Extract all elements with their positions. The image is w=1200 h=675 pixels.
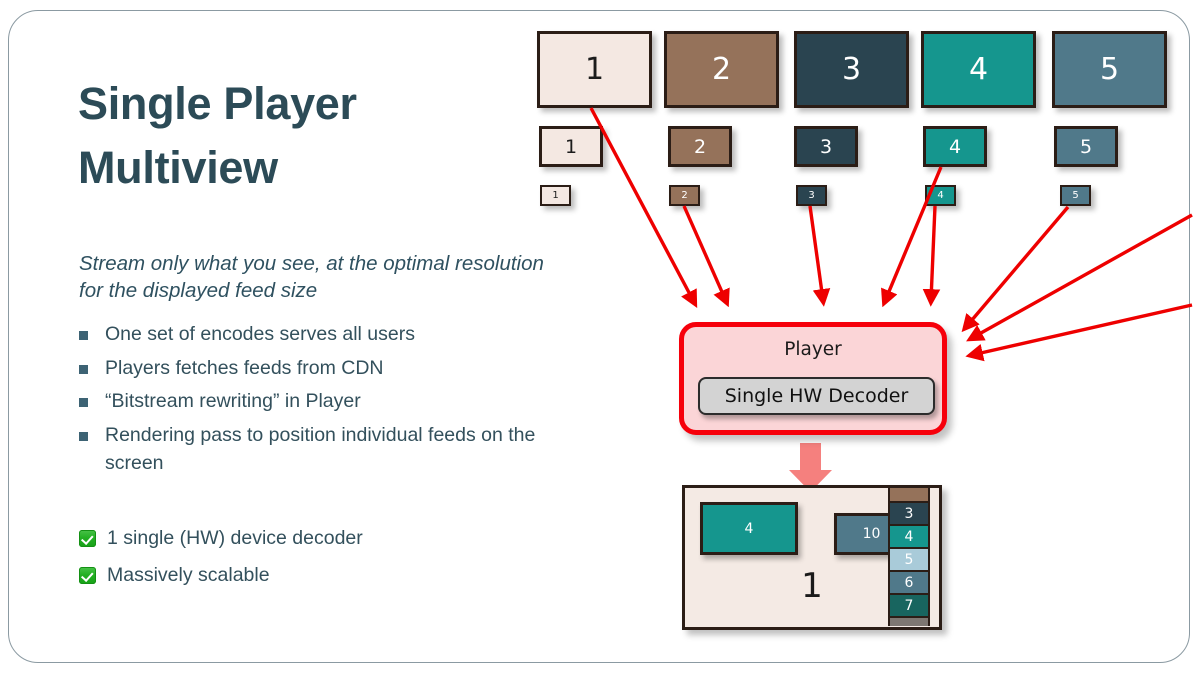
feed-tile-medium-4: 4 [923,126,987,167]
feed-tile-large-3: 3 [794,31,909,108]
feed-tile-small-4: 4 [925,185,956,206]
rendered-screen: 1 4 10 3 4 5 6 7 [682,485,942,630]
check-list: 1 single (HW) device decoder Massively s… [79,525,559,598]
strip-cell-4: 4 [890,526,928,549]
bullet-label: “Bitstream rewriting” in Player [105,390,361,413]
feed-tile-large-1: 1 [537,31,652,108]
check-mark-icon [79,566,96,584]
feed-tile-medium-5: 5 [1054,126,1118,167]
feed-tile-label: 4 [948,135,962,158]
player-title: Player [784,339,842,360]
screen-tile-4: 4 [700,502,798,555]
bullet-label: Players fetches feeds from CDN [105,356,384,379]
strip-cell-7: 7 [890,595,928,618]
slide-canvas: Single Player Multiview Stream only what… [0,0,1200,675]
strip-cell-last [890,618,928,627]
list-item: “Bitstream rewriting” in Player [79,388,579,416]
feed-tile-medium-3: 3 [794,126,858,167]
page-title-line-2: Multiview [78,141,278,193]
feed-tile-label: 4 [968,52,989,87]
square-bullet-icon [79,432,88,442]
list-item: Rendering pass to position individual fe… [79,422,579,477]
square-bullet-icon [79,331,88,340]
list-item: Players fetches feeds from CDN [79,355,579,383]
bullet-label: One set of encodes serves all users [105,323,415,345]
list-item: 1 single (HW) device decoder [79,525,559,553]
arrow-feed4b-to-player [922,205,941,307]
feed-tile-large-5: 5 [1052,31,1167,108]
player-box: Player Single HW Decoder [679,322,947,435]
page-title: Single Player Multiview [78,72,508,200]
subtitle-text: Stream only what you see, at the optimal… [79,252,544,303]
single-hw-decoder-box: Single HW Decoder [698,377,935,415]
list-item: Massively scalable [79,562,559,590]
feed-tile-label: 1 [564,135,578,158]
feed-tile-small-3: 3 [796,185,827,206]
strip-cell-label: 4 [904,528,914,545]
feed-tile-label: 2 [693,135,707,158]
strip-cell-6: 6 [890,572,928,595]
strip-cell-5: 5 [890,549,928,572]
strip-cell-label: 6 [904,574,914,591]
feed-tile-large-2: 2 [664,31,779,108]
feed-tile-label: 2 [711,52,732,87]
arrow-feed5-to-player [961,205,1070,333]
feed-tile-label: 3 [819,135,833,158]
feed-tile-label: 3 [841,52,862,87]
feed-tile-label: 2 [681,190,688,201]
decoder-label: Single HW Decoder [724,385,909,407]
feed-tile-label: 5 [1079,135,1093,158]
feed-tile-large-4: 4 [921,31,1036,108]
bullet-label: Rendering pass to position individual fe… [105,424,536,474]
strip-cell-label: 5 [904,551,914,568]
feed-tile-label: 5 [1072,190,1079,201]
strip-cell-label: 3 [904,505,914,522]
feed-tile-medium-2: 2 [668,126,732,167]
bullet-list: One set of encodes serves all users Play… [79,321,579,483]
arrow-offscreen-upper-to-player [966,213,1193,342]
arrow-offscreen-lower-to-player [965,303,1193,362]
feed-tile-label: 5 [1099,52,1120,87]
check-mark-icon [79,530,96,547]
check-label: 1 single (HW) device decoder [107,527,363,549]
feed-tile-small-1: 1 [540,185,571,206]
arrow-feed2-to-player [682,205,730,308]
screen-tile-label: 4 [744,520,754,537]
strip-cell-0 [890,488,928,503]
feed-tile-small-5: 5 [1060,185,1091,206]
feed-tile-label: 1 [552,190,559,201]
feed-tile-medium-1: 1 [539,126,603,167]
check-label: Massively scalable [107,563,270,586]
feed-tile-small-2: 2 [669,185,700,206]
feed-tile-label: 4 [937,190,944,201]
page-title-line-1: Single Player [78,78,357,129]
strip-cell-label: 7 [904,597,914,614]
screen-tile-label: 10 [862,526,881,542]
square-bullet-icon [79,398,88,408]
list-item: One set of encodes serves all users [79,321,579,349]
screen-sidebar-strip: 3 4 5 6 7 [888,488,930,627]
square-bullet-icon [79,364,88,374]
feed-tile-label: 3 [808,190,815,201]
strip-cell-3: 3 [890,503,928,526]
feed-tile-label: 1 [584,52,605,87]
arrow-feed3-to-player [808,205,831,307]
